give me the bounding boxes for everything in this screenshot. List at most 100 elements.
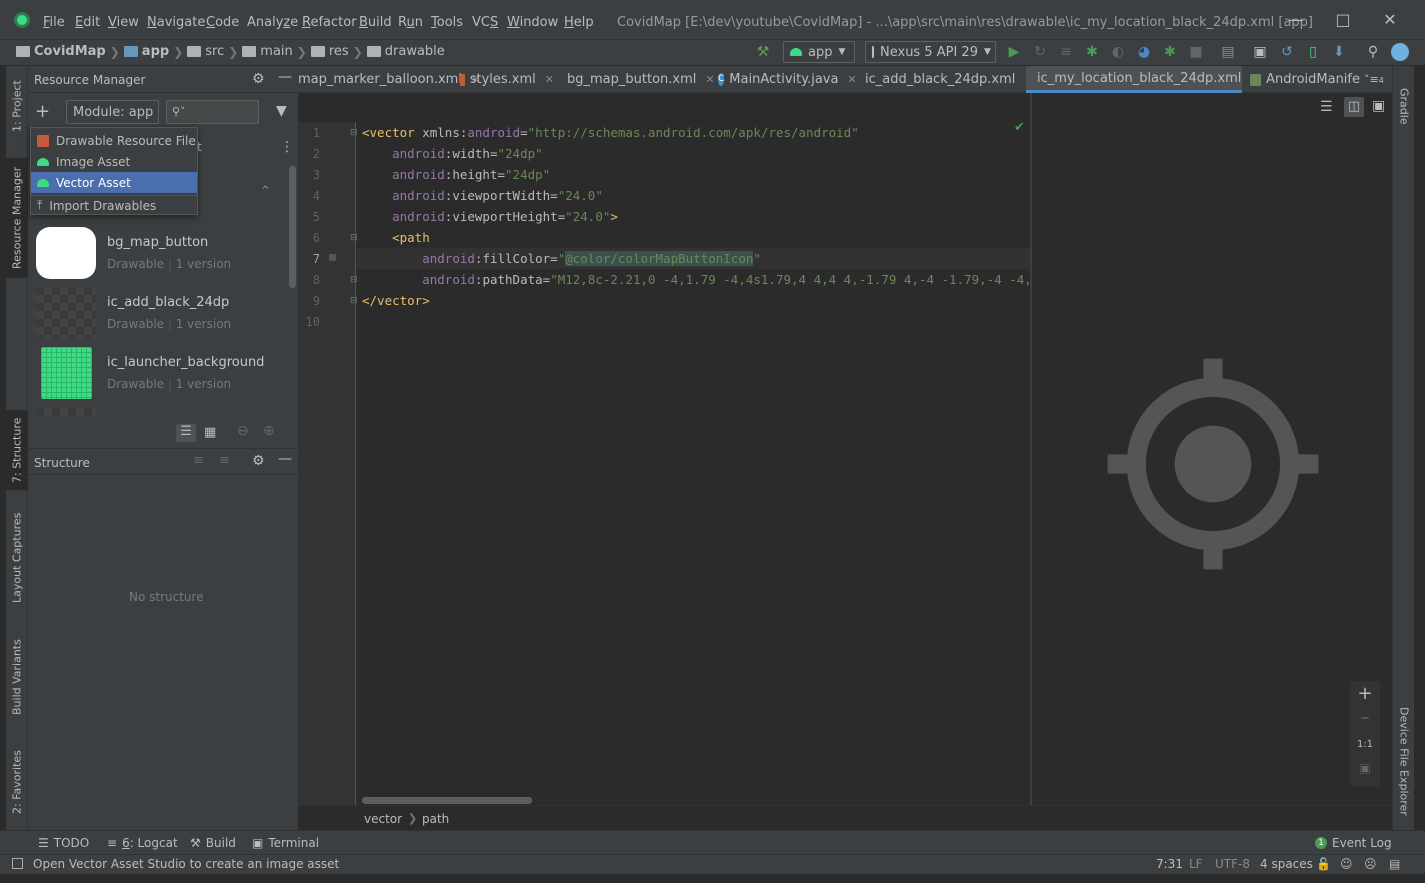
event-log-tool-button[interactable]: 1 Event Log — [1315, 836, 1392, 850]
hide-panel-icon[interactable]: — — [278, 69, 292, 85]
sync-gradle-icon[interactable]: ↺ — [1278, 43, 1296, 61]
run-icon[interactable]: ▶ — [1005, 43, 1023, 61]
zoom-out-icon[interactable]: ⊖ — [237, 423, 249, 439]
terminal-tool-button[interactable]: ▣ Terminal — [252, 836, 319, 850]
menu-item-run[interactable]: Run — [398, 15, 423, 30]
tab-bg-map-button[interactable]: bg_map_button.xml ✕ — [556, 66, 715, 93]
line-separator[interactable]: LF — [1189, 857, 1203, 871]
close-window-button[interactable]: ✕ — [1380, 10, 1400, 30]
favorites-tool-tab[interactable]: 2: Favorites — [6, 742, 28, 822]
zoom-out-button[interactable]: – — [1350, 707, 1380, 728]
structure-tool-tab[interactable]: 7: Structure — [6, 410, 28, 490]
zoom-actual-size-button[interactable]: 1:1 — [1350, 739, 1380, 750]
tab-main-activity[interactable]: C MainActivity.java ✕ — [712, 66, 857, 93]
tab-android-manifest[interactable]: AndroidManife — [1244, 66, 1360, 93]
caret-position[interactable]: 7:31 — [1156, 857, 1183, 871]
unlock-icon[interactable]: 🔓 — [1316, 857, 1331, 871]
tab-ic-my-location-black[interactable]: ic_my_location_black_24dp.xml✕ — [1026, 66, 1260, 93]
project-structure-icon[interactable]: ▤ — [1219, 43, 1237, 61]
fold-icon[interactable]: ⊟ — [350, 128, 358, 138]
gradle-tool-tab[interactable]: Gradle — [1393, 76, 1415, 136]
menu-item-vcs[interactable]: VCS — [472, 15, 498, 30]
editor-only-view-icon[interactable]: ☰ — [1320, 99, 1333, 115]
close-icon[interactable]: ✕ — [545, 73, 554, 86]
resource-item[interactable]: ic_add_black_24dp Drawable | 1 version — [36, 287, 276, 345]
filter-icon[interactable]: ▼ — [276, 103, 287, 119]
run-config-combo[interactable]: app ▼ — [783, 41, 855, 63]
grid-view-icon[interactable]: ▦ — [204, 425, 216, 440]
zoom-in-button[interactable]: + — [1350, 683, 1380, 704]
search-input[interactable]: ⚲˅ — [166, 100, 259, 124]
add-resource-button[interactable]: + — [35, 101, 50, 122]
hide-panel-icon[interactable]: — — [278, 451, 292, 467]
user-avatar[interactable] — [1391, 43, 1409, 61]
search-icon[interactable]: ⚲ — [1364, 43, 1382, 61]
breadcrumb-project[interactable]: CovidMap — [34, 44, 106, 59]
zoom-fit-icon[interactable]: ▣ — [1350, 761, 1380, 775]
resource-item[interactable]: ic_launcher_background Drawable | 1 vers… — [36, 347, 276, 405]
feedback-face-icon[interactable]: ☹ — [1364, 857, 1377, 871]
debug-icon[interactable]: ✱ — [1083, 43, 1101, 61]
tab-styles[interactable]: styles.xml ✕ — [454, 66, 554, 93]
menu-item-code[interactable]: Code — [206, 15, 239, 30]
resource-list-scrollbar[interactable] — [289, 166, 296, 288]
menu-item-vector-asset[interactable]: Vector Asset — [31, 172, 197, 193]
expand-all-icon[interactable]: ≡ — [193, 453, 204, 468]
apply-changes-icon[interactable]: ≡ — [1057, 43, 1075, 61]
menu-item-drawable-resource-file[interactable]: Drawable Resource File — [31, 130, 197, 151]
more-options-icon[interactable]: ⋮ — [280, 139, 294, 155]
horizontal-scrollbar[interactable] — [362, 797, 532, 804]
breadcrumb-drawable[interactable]: drawable — [385, 44, 445, 59]
breadcrumb-src[interactable]: src — [205, 44, 224, 59]
coverage-icon[interactable]: ◐ — [1109, 43, 1127, 61]
layout-inspector-icon[interactable]: ▣ — [1251, 43, 1269, 61]
device-file-explorer-tool-tab[interactable]: Device File Explorer — [1393, 698, 1415, 824]
fold-icon[interactable]: ⊟ — [350, 296, 358, 306]
split-view-icon[interactable]: ◫ — [1344, 97, 1364, 117]
rerun-icon[interactable]: ↻ — [1031, 43, 1049, 61]
design-view-icon[interactable]: ▣ — [1372, 98, 1385, 114]
memory-indicator-icon[interactable]: ▤ — [1389, 857, 1400, 871]
layout-captures-tool-tab[interactable]: Layout Captures — [6, 506, 28, 610]
resource-manager-tool-tab[interactable]: Resource Manager — [6, 158, 28, 278]
menu-item-import-drawables[interactable]: ⤒ Import Drawables — [31, 195, 197, 216]
gear-icon[interactable]: ⚙ — [252, 453, 265, 469]
breadcrumb-vector[interactable]: vector — [364, 812, 402, 826]
menu-item-build[interactable]: Build — [359, 15, 392, 30]
gear-icon[interactable]: ⚙ — [252, 71, 265, 87]
inspector-face-icon[interactable]: ☺ — [1340, 857, 1353, 871]
indent-setting[interactable]: 4 spaces — [1260, 857, 1313, 871]
toggle-tool-windows-icon[interactable] — [12, 858, 23, 869]
resource-item[interactable]: bg_map_button Drawable | 1 version — [36, 227, 276, 285]
maximize-button[interactable]: □ — [1333, 10, 1353, 30]
code-editor[interactable]: ✔ 1 2 3 4 5 6 7 8 9 10 ⊟ ⊟ ⊟ ⊟ <vector x… — [298, 93, 1077, 805]
build-tool-button[interactable]: ⚒ Build — [190, 836, 236, 850]
hammer-icon[interactable]: ⚒ — [754, 43, 772, 61]
menu-item-analyze[interactable]: Analyze — [247, 15, 298, 30]
breadcrumb-res[interactable]: res — [329, 44, 349, 59]
file-encoding[interactable]: UTF-8 — [1215, 857, 1250, 871]
avd-manager-icon[interactable]: ▯ — [1304, 43, 1322, 61]
list-view-icon[interactable]: ☰ — [176, 424, 196, 442]
fold-icon[interactable]: ⊟ — [350, 233, 358, 243]
stop-icon[interactable]: ■ — [1187, 43, 1205, 61]
tab-map-marker-balloon[interactable]: map_marker_balloon.xml ✕ — [292, 66, 480, 93]
menu-item-tools[interactable]: Tools — [431, 15, 463, 30]
menu-item-view[interactable]: View — [108, 15, 139, 30]
project-tool-tab[interactable]: 1: Project — [6, 72, 28, 140]
menu-item-image-asset[interactable]: Image Asset — [31, 151, 197, 172]
build-variants-tool-tab[interactable]: Build Variants — [6, 632, 28, 722]
fold-icon[interactable]: ⊟ — [350, 275, 358, 285]
menu-item-help[interactable]: Help — [564, 15, 594, 30]
collapse-all-icon[interactable]: ≡ — [219, 453, 230, 468]
menu-item-window[interactable]: Window — [507, 15, 558, 30]
zoom-in-icon[interactable]: ⊕ — [263, 423, 275, 439]
profile-icon[interactable]: ◕ — [1135, 43, 1153, 61]
attach-debugger-icon[interactable]: ✱ — [1161, 43, 1179, 61]
logcat-tool-button[interactable]: ≡ 6: Logcat — [107, 836, 178, 850]
breadcrumb-path[interactable]: path — [422, 812, 449, 826]
breadcrumb-main[interactable]: main — [260, 44, 292, 59]
todo-tool-button[interactable]: ☰ TODO — [38, 836, 89, 850]
device-combo[interactable]: Nexus 5 API 29 ▼ — [865, 41, 996, 63]
breadcrumb-app[interactable]: app — [142, 44, 169, 59]
